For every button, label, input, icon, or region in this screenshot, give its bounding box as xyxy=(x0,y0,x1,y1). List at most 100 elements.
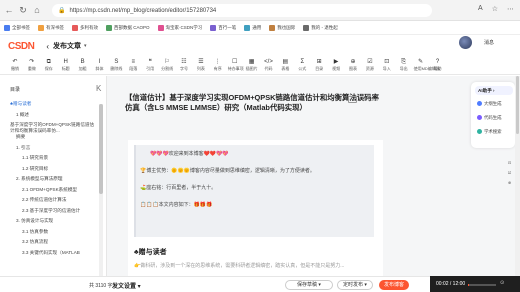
toolbar-label: 标题 xyxy=(61,66,70,71)
table-of-contents: 目录 K ♣赠与读者 1 概述 基于深度学习的OFDM+QPSK链路信道估计和均衡算… xyxy=(0,76,107,276)
messages-link[interactable]: 消息 xyxy=(484,39,494,46)
bookmark-item[interactable]: 我也国际 xyxy=(269,24,295,31)
bookmark-item[interactable]: 多利有效 xyxy=(72,24,98,31)
bookmark-item[interactable]: 全部书签 xyxy=(4,24,30,31)
schedule-publish-button[interactable]: 定时发布 ▾ xyxy=(337,280,373,290)
bookmark-item[interactable]: 西部数据 CAOPO xyxy=(106,24,150,31)
toc-item[interactable]: 3. 仿真设计与实现 xyxy=(16,218,96,224)
home-icon[interactable]: ⌂ xyxy=(32,5,42,15)
reader-icon[interactable]: A xyxy=(478,5,483,13)
toc-item[interactable]: 3.3 关键代码实现（MATLAB xyxy=(22,250,96,256)
toolbar-button[interactable]: ☷ 字号 xyxy=(177,59,191,71)
side-tool-icon[interactable]: ⊡ xyxy=(505,160,514,166)
toolbar-button[interactable]: ⊕ 图表 xyxy=(346,59,360,71)
toc-item[interactable]: 2.3 基于深度学习的信道估计 xyxy=(22,208,96,214)
toolbar-button[interactable]: ⊡ 导入 xyxy=(380,59,394,71)
toolbar-button[interactable]: ⋮ 有序 xyxy=(211,59,225,71)
toolbar-button[interactable]: H 标题 xyxy=(59,59,73,71)
avatar[interactable] xyxy=(459,36,472,49)
bookmark-label: 有深书签 xyxy=(46,24,64,30)
editor-scroll-thumb[interactable] xyxy=(516,76,519,134)
toolbar-button[interactable]: ✎ 使用MD编辑器 xyxy=(414,59,440,71)
toolbar-button[interactable]: ⧉ 保存 xyxy=(42,59,56,71)
toolbar-button[interactable]: ▤ 表格 xyxy=(278,59,292,71)
bookmark-item[interactable]: 有深书签 xyxy=(38,24,64,31)
refresh-icon[interactable]: ↻ xyxy=(18,5,28,15)
csdn-logo[interactable]: CSDN xyxy=(8,41,35,52)
paragraph-text[interactable]: 👉做科研，涉及到一个深在的思维系统，需要科研者逻辑缜密，踏实认真，但是不能只是努… xyxy=(134,262,344,269)
quote-line[interactable]: 💖💖💖欢迎来到本博客❤️❤️💖💖 xyxy=(150,150,229,157)
ai-tool-item[interactable]: 大纲生成 xyxy=(477,101,502,107)
toolbar-button[interactable]: B 加粗 xyxy=(76,59,90,71)
toolbar-icon: ⧉ xyxy=(46,59,51,65)
toc-item[interactable]: 2.1 OFDM+QPSK系统模型 xyxy=(22,187,96,193)
back-icon[interactable]: ← xyxy=(4,5,14,15)
toolbar-button[interactable]: ⊞ 目录 xyxy=(312,59,326,71)
toc-item[interactable]: 2. 系统模型与算法原理 xyxy=(16,176,96,182)
toolbar-button[interactable]: ☐ 待办事项 xyxy=(228,59,244,71)
toolbar-button[interactable]: ⚐ 分割线 xyxy=(160,59,174,71)
toolbar-button[interactable]: S 删除线 xyxy=(109,59,123,71)
toc-item[interactable]: 1. 引言 xyxy=(16,145,96,151)
publish-settings-button[interactable]: 发文设置 ▾ xyxy=(112,281,141,290)
toc-item[interactable]: 1.1 研究背景 xyxy=(22,155,96,161)
section-heading[interactable]: ♣赠与读者 xyxy=(134,247,167,257)
toolbar-button[interactable]: ❝ 引用 xyxy=(143,59,157,71)
address-bar[interactable]: 🔒 https://mp.csdn.net/mp_blog/creation/e… xyxy=(52,4,432,17)
quote-line[interactable]: ⛳️座右铭：行百里者，半于九十。 xyxy=(140,184,216,191)
toc-scroll-thumb[interactable] xyxy=(99,104,103,194)
toolbar-button[interactable]: Σ 公式 xyxy=(295,59,309,71)
side-tool-icon[interactable]: ⊕ xyxy=(505,180,514,186)
save-draft-button[interactable]: 保存草稿 ▾ xyxy=(285,280,333,290)
bookmark-item[interactable]: 我的 - 退性起 xyxy=(303,24,338,31)
toc-item[interactable]: 摘要 xyxy=(16,134,96,140)
blockquote[interactable] xyxy=(134,145,374,237)
extensions-icon[interactable]: ⋯ xyxy=(507,5,514,13)
toolbar-button[interactable]: I 斜体 xyxy=(93,59,107,71)
toolbar-button[interactable]: ▦ 插图片 xyxy=(245,59,259,71)
bookmark-favicon-icon xyxy=(38,24,44,31)
bookmark-item[interactable]: 通用 xyxy=(244,24,261,31)
bookmark-favicon-icon xyxy=(157,24,164,31)
toolbar-icon: B xyxy=(80,59,85,65)
star-icon[interactable]: ☆ xyxy=(492,5,498,13)
toc-item[interactable]: 2.2 传统信道估计算法 xyxy=(22,197,96,203)
article-title[interactable]: 【信道估计】基于深度学习实现OFDM+QPSK链路信道估计和均衡算法误码率仿真（… xyxy=(125,93,380,113)
toolbar-button[interactable]: ☑ 资源 xyxy=(363,59,377,71)
ai-assistant-panel: AI助手 › 大纲生成代码生成学术搜索 xyxy=(471,82,515,148)
toc-item[interactable]: 1 概述 xyxy=(16,112,96,118)
toc-item[interactable]: ♣赠与读者 xyxy=(10,101,96,107)
toolbar-button[interactable]: ▶ 视频 xyxy=(329,59,343,71)
toolbar-button[interactable]: ⎘ 导出 xyxy=(397,59,411,71)
title-helper-icon[interactable] xyxy=(348,96,357,103)
toolbar-button[interactable]: ↷ 重做 xyxy=(25,59,39,71)
title-input[interactable]: 【信道估计】基于深度学习实现OFDM+QPSK链路信道估计和均衡算法误码率仿真（… xyxy=(125,93,380,113)
quote-line[interactable]: 🏆博主优势：🌞🌞🌞博客内容尽量做到思维缜密，逻辑清晰，为了方便读者。 xyxy=(140,167,315,174)
toc-item[interactable]: 3.1 仿真参数 xyxy=(22,229,96,235)
toolbar-label: 资源 xyxy=(365,66,374,71)
toolbar-icon: ⊡ xyxy=(384,59,390,65)
toolbar-button[interactable]: ? 帮助 xyxy=(431,59,445,71)
publish-button[interactable]: 发布博客 xyxy=(379,280,409,290)
toolbar-button[interactable]: ≡ 段落 xyxy=(126,59,140,71)
bookmark-favicon-icon xyxy=(269,24,276,31)
toc-item[interactable]: 基于深度学习的OFDM+QPSK链路信道估计和均衡算法误码率仿... xyxy=(10,122,96,134)
media-control-icon[interactable]: ⊙ xyxy=(500,280,504,286)
toc-collapse-icon[interactable]: K xyxy=(96,84,101,93)
bookmark-item[interactable]: 淘宝家·CSDN学习 xyxy=(157,24,202,31)
ai-assistant-button[interactable]: AI助手 › xyxy=(475,86,513,95)
toc-item[interactable]: 1.2 研究目标 xyxy=(22,166,96,172)
quote-line[interactable]: 📋📋📋本文内容如下：🎁🎁🎁 xyxy=(140,201,212,208)
toolbar-button[interactable]: ↶ 撤销 xyxy=(8,59,22,71)
toolbar-button[interactable]: </> 代码 xyxy=(262,59,276,71)
ai-tool-item[interactable]: 学术搜索 xyxy=(477,129,502,135)
toc-item[interactable]: 3.2 仿真流程 xyxy=(22,239,96,245)
bookmark-item[interactable]: 百行一笔 xyxy=(210,24,236,31)
back-chevron-icon[interactable]: ‹ xyxy=(46,42,49,51)
side-tool-icon[interactable]: ☑ xyxy=(505,170,514,176)
bookmark-favicon-icon xyxy=(72,24,78,31)
ai-tool-item[interactable]: 代码生成 xyxy=(477,115,502,121)
toolbar-button[interactable]: ☰ 列表 xyxy=(194,59,208,71)
chevron-down-icon[interactable]: ▾ xyxy=(84,43,87,49)
media-progress-track[interactable] xyxy=(468,284,496,286)
